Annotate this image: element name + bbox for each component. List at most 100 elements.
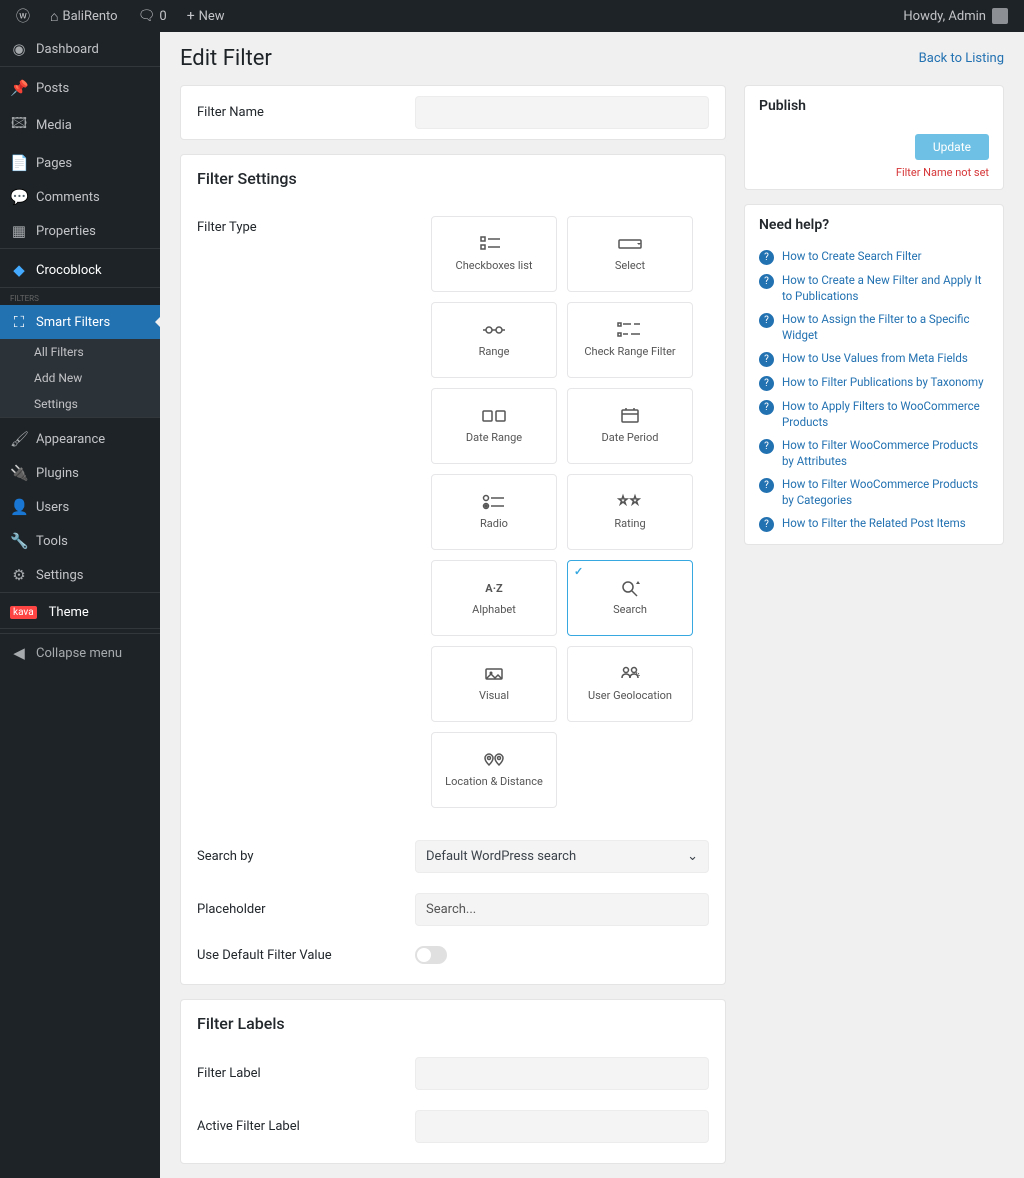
filter-type-checkboxes-list[interactable]: Checkboxes list xyxy=(431,216,557,292)
menu-appearance[interactable]: 🖌Appearance xyxy=(0,422,160,456)
menu-smart-filters[interactable]: ⛶Smart Filters xyxy=(0,305,160,339)
help-item: ?How to Filter WooCommerce Products by A… xyxy=(759,438,989,469)
menu-pages[interactable]: 📄Pages xyxy=(0,146,160,180)
update-button[interactable]: Update xyxy=(915,134,989,160)
menu-crocoblock[interactable]: ◆Crocoblock xyxy=(0,253,160,287)
filter-type-label: Filter Type xyxy=(197,212,397,235)
help-title: Need help? xyxy=(745,205,1003,245)
filter-icon: ⛶ xyxy=(10,313,28,331)
menu-dashboard[interactable]: ◉Dashboard xyxy=(0,32,160,66)
content-area: Edit Filter Back to Listing Filter Name … xyxy=(160,32,1024,1178)
wp-logo[interactable]: ⓦ xyxy=(8,6,38,26)
help-item: ? How to Create Search Filter xyxy=(759,249,989,265)
user-icon: 👤 xyxy=(10,498,28,516)
filter-type-search[interactable]: Search xyxy=(567,560,693,636)
admin-bar: ⓦ ⌂BaliRento 🗨0 +New Howdy, Admin xyxy=(0,0,1024,32)
panel-help: Need help? ? How to Create Search Filter?… xyxy=(744,204,1004,545)
page-title: Edit Filter xyxy=(180,46,272,71)
menu-media[interactable]: 🖾Media xyxy=(0,105,160,146)
help-icon: ? xyxy=(759,352,774,367)
filter-label-input[interactable] xyxy=(415,1057,709,1090)
help-item: ?How to Create a New Filter and Apply It… xyxy=(759,273,989,304)
help-icon: ? xyxy=(759,517,774,532)
panel-filter-settings: Filter Settings Filter Type Checkboxes l… xyxy=(180,154,726,985)
howdy[interactable]: Howdy, Admin xyxy=(903,8,1016,24)
help-item: ? How to Use Values from Meta Fields xyxy=(759,351,989,367)
panel-publish: Publish Update Filter Name not set xyxy=(744,85,1004,190)
filter-type-date-range[interactable]: Date Range xyxy=(431,388,557,464)
help-link[interactable]: How to Create a New Filter and Apply It … xyxy=(782,273,989,304)
crocoblock-icon: ◆ xyxy=(10,261,28,279)
filter-type-rating[interactable]: Rating xyxy=(567,474,693,550)
filter-type-check-range-filter[interactable]: Check Range Filter xyxy=(567,302,693,378)
filter-label-label: Filter Label xyxy=(197,1066,397,1081)
help-item: ? How to Filter the Related Post Items xyxy=(759,516,989,532)
page-icon: 📄 xyxy=(10,154,28,172)
collapse-menu[interactable]: ◀Collapse menu xyxy=(0,633,160,672)
menu-users[interactable]: 👤Users xyxy=(0,490,160,524)
search-by-select[interactable]: Default WordPress search ⌄ xyxy=(415,840,709,873)
placeholder-input[interactable] xyxy=(415,893,709,926)
help-icon: ? xyxy=(759,250,774,265)
avatar-icon xyxy=(992,8,1008,24)
help-link[interactable]: How to Use Values from Meta Fields xyxy=(782,351,968,367)
sliders-icon: ⚙ xyxy=(10,566,28,584)
plug-icon: 🔌 xyxy=(10,464,28,482)
back-to-listing[interactable]: Back to Listing xyxy=(919,51,1004,66)
active-filter-label-label: Active Filter Label xyxy=(197,1119,397,1134)
brush-icon: 🖌 xyxy=(10,430,28,448)
help-link[interactable]: How to Filter WooCommerce Products by At… xyxy=(782,438,989,469)
svg-text:A·Z: A·Z xyxy=(485,582,503,595)
help-link[interactable]: How to Filter WooCommerce Products by Ca… xyxy=(782,477,989,508)
menu-properties[interactable]: ▦Properties xyxy=(0,214,160,248)
search-by-label: Search by xyxy=(197,849,397,864)
help-icon: ? xyxy=(759,376,774,391)
help-icon: ? xyxy=(759,400,774,415)
help-link[interactable]: How to Apply Filters to WooCommerce Prod… xyxy=(782,399,989,430)
pin-icon: 📌 xyxy=(10,79,28,97)
help-item: ? How to Apply Filters to WooCommerce Pro… xyxy=(759,399,989,430)
submenu-add-new[interactable]: Add New xyxy=(0,365,160,391)
help-link[interactable]: How to Create Search Filter xyxy=(782,249,922,265)
menu-tools[interactable]: 🔧Tools xyxy=(0,524,160,558)
menu-settings[interactable]: ⚙Settings xyxy=(0,558,160,592)
menu-theme[interactable]: kavaTheme xyxy=(0,597,160,628)
menu-plugins[interactable]: 🔌Plugins xyxy=(0,456,160,490)
filter-type-tiles: Checkboxes listSelectRangeCheck Range Fi… xyxy=(415,212,709,820)
publish-error: Filter Name not set xyxy=(745,166,1003,189)
media-icon: 🖾 xyxy=(10,113,28,138)
submenu-all-filters[interactable]: All Filters xyxy=(0,339,160,365)
filter-type-radio[interactable]: Radio xyxy=(431,474,557,550)
filter-type-date-period[interactable]: Date Period xyxy=(567,388,693,464)
help-link[interactable]: How to Filter the Related Post Items xyxy=(782,516,966,532)
filter-type-location-distance[interactable]: Location & Distance xyxy=(431,732,557,808)
default-value-label: Use Default Filter Value xyxy=(197,948,397,963)
help-link[interactable]: How to Assign the Filter to a Specific W… xyxy=(782,312,989,343)
help-item: ?How to Assign the Filter to a Specific … xyxy=(759,312,989,343)
publish-title: Publish xyxy=(745,86,1003,126)
chevron-down-icon: ⌄ xyxy=(687,849,698,864)
menu-posts[interactable]: 📌Posts xyxy=(0,71,160,105)
help-link[interactable]: How to Filter Publications by Taxonomy xyxy=(782,375,984,391)
filter-type-range[interactable]: Range xyxy=(431,302,557,378)
menu-comments[interactable]: 💬Comments xyxy=(0,180,160,214)
new-link[interactable]: +New xyxy=(179,8,233,24)
active-filter-label-input[interactable] xyxy=(415,1110,709,1143)
submenu-settings[interactable]: Settings xyxy=(0,391,160,417)
default-value-toggle[interactable] xyxy=(415,946,447,964)
site-link[interactable]: ⌂BaliRento xyxy=(42,8,126,25)
help-icon: ? xyxy=(759,478,774,493)
dashboard-icon: ◉ xyxy=(10,40,28,58)
panel-filter-name: Filter Name xyxy=(180,85,726,140)
filter-type-visual[interactable]: Visual xyxy=(431,646,557,722)
smart-filters-submenu: All Filters Add New Settings xyxy=(0,339,160,417)
filter-type-alphabet[interactable]: A·ZAlphabet xyxy=(431,560,557,636)
labels-title: Filter Labels xyxy=(181,1000,725,1047)
filter-type-user-geolocation[interactable]: User Geolocation xyxy=(567,646,693,722)
filter-type-select[interactable]: Select xyxy=(567,216,693,292)
settings-title: Filter Settings xyxy=(181,155,725,202)
placeholder-label: Placeholder xyxy=(197,902,397,917)
filter-name-input[interactable] xyxy=(415,96,709,129)
comments-link[interactable]: 🗨0 xyxy=(130,8,175,24)
wrench-icon: 🔧 xyxy=(10,532,28,550)
